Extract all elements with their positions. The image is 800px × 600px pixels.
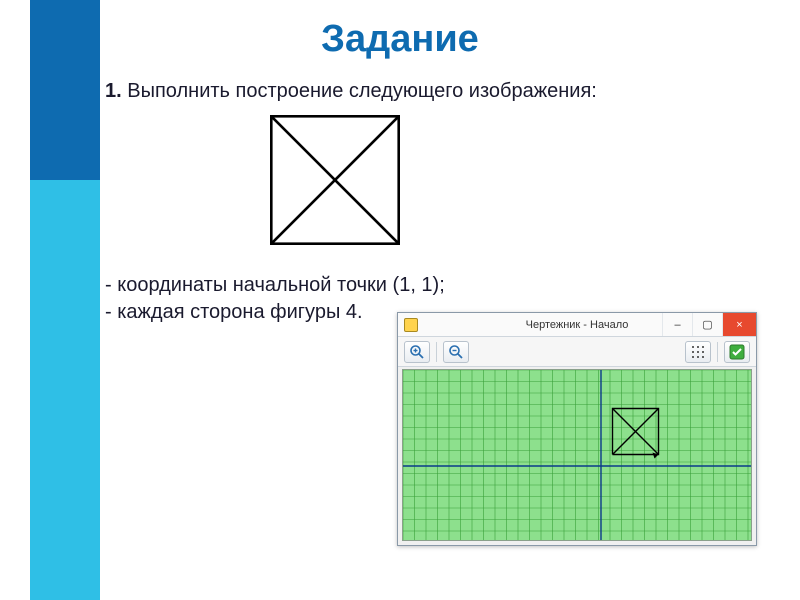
bullet-start-point: - координаты начальной точки (1, 1); bbox=[105, 272, 445, 299]
slide: Задание 1. Выполнить построение следующе… bbox=[0, 0, 800, 600]
task-text: Выполнить построение следующего изображе… bbox=[127, 80, 597, 102]
window-buttons: – ▢ × bbox=[662, 313, 756, 336]
maximize-button[interactable]: ▢ bbox=[692, 313, 722, 336]
minimize-button[interactable]: – bbox=[662, 313, 692, 336]
zoom-out-icon bbox=[448, 344, 464, 360]
ok-button[interactable] bbox=[724, 341, 750, 363]
task-number: 1. bbox=[105, 80, 122, 102]
decor-bar-cyan bbox=[30, 180, 100, 600]
drawing-canvas[interactable] bbox=[402, 369, 752, 541]
zoom-in-icon bbox=[409, 344, 425, 360]
toolbar-separator bbox=[717, 342, 718, 362]
figure-square-diagonals bbox=[270, 115, 400, 245]
bullet-side-length: - каждая сторона фигуры 4. bbox=[105, 299, 445, 326]
toolbar-separator bbox=[436, 342, 437, 362]
grid-toggle-button[interactable] bbox=[685, 341, 711, 363]
page-title: Задание bbox=[0, 18, 800, 61]
task-bullets: - координаты начальной точки (1, 1); - к… bbox=[105, 272, 445, 326]
toolbar bbox=[398, 337, 756, 367]
close-button[interactable]: × bbox=[722, 313, 756, 336]
task-intro: 1. Выполнить построение следующего изобр… bbox=[105, 80, 597, 103]
app-window: Чертежник - Начало – ▢ × bbox=[397, 312, 757, 546]
titlebar[interactable]: Чертежник - Начало – ▢ × bbox=[398, 313, 756, 337]
ok-icon bbox=[729, 344, 745, 360]
grid-icon bbox=[691, 345, 705, 359]
canvas-svg bbox=[403, 370, 752, 541]
zoom-out-button[interactable] bbox=[443, 341, 469, 363]
zoom-in-button[interactable] bbox=[404, 341, 430, 363]
app-icon bbox=[404, 318, 418, 332]
